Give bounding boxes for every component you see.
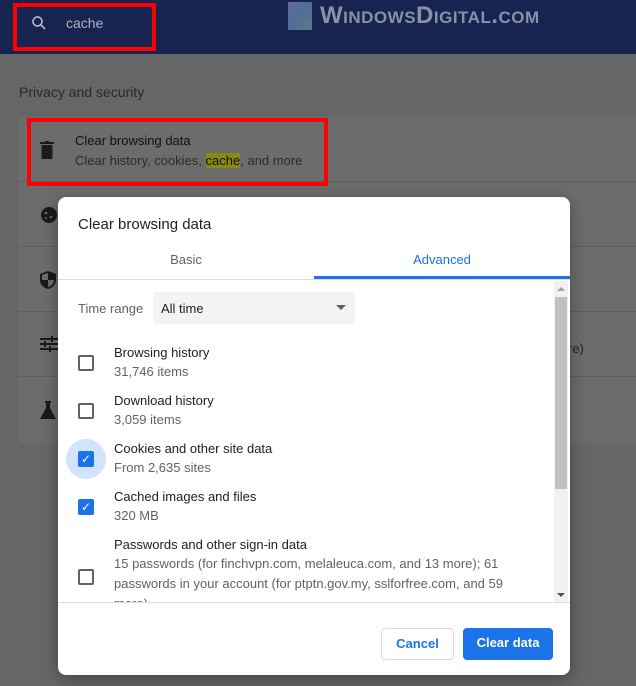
- option-detail: 31,746 items: [114, 364, 189, 379]
- option-label: Cached images and files: [114, 489, 257, 504]
- scroll-down-icon[interactable]: [557, 593, 565, 597]
- time-range-value: All time: [161, 301, 204, 316]
- checkbox[interactable]: [78, 403, 94, 419]
- option-label: Cookies and other site data: [114, 441, 273, 456]
- tune-icon: [40, 336, 58, 354]
- flask-icon: [40, 401, 56, 419]
- watermark-logo: WindowsDigital.com: [288, 2, 540, 30]
- watermark-text: WindowsDigital.com: [320, 2, 540, 29]
- option-detail: From 2,635 sites: [114, 460, 211, 475]
- checkbox-checked[interactable]: ✓: [78, 499, 94, 515]
- checkbox[interactable]: [78, 355, 94, 371]
- checkbox-checked[interactable]: ✓: [78, 451, 94, 467]
- annotation-box-clear-browsing: [27, 118, 328, 186]
- cookie-icon: [40, 206, 57, 224]
- option-label: Download history: [114, 393, 214, 408]
- scrollbar-thumb[interactable]: [555, 297, 567, 489]
- watermark-logo-icon: [288, 2, 312, 30]
- option-label: Browsing history: [114, 345, 210, 360]
- dialog-tabs: Basic Advanced: [58, 245, 570, 280]
- tab-basic[interactable]: Basic: [58, 245, 314, 279]
- time-range-label: Time range: [78, 301, 144, 316]
- shield-icon: [40, 271, 56, 289]
- option-detail: 3,059 items: [114, 412, 182, 427]
- time-range-select[interactable]: All time: [153, 292, 355, 324]
- scrollbar[interactable]: [554, 281, 568, 602]
- clear-data-button[interactable]: Clear data: [463, 628, 553, 660]
- option-detail: 15 passwords (for finchvpn.com, melaleuc…: [114, 556, 503, 602]
- scroll-up-icon[interactable]: [557, 287, 565, 291]
- option-label: Passwords and other sign-in data: [114, 537, 307, 552]
- option-detail: 320 MB: [114, 508, 159, 523]
- annotation-box-search: [13, 3, 156, 51]
- dialog-title: Clear browsing data: [78, 216, 212, 233]
- cancel-button[interactable]: Cancel: [381, 628, 454, 660]
- row-trailing-text: re): [568, 341, 584, 356]
- dialog-content: Time range All time Browsing history 31,…: [58, 281, 570, 603]
- tab-advanced[interactable]: Advanced: [314, 245, 570, 279]
- clear-browsing-data-dialog: Clear browsing data Basic Advanced Time …: [58, 197, 570, 675]
- section-title: Privacy and security: [19, 84, 145, 100]
- dropdown-arrow-icon: [336, 305, 346, 310]
- checkbox[interactable]: [78, 569, 94, 585]
